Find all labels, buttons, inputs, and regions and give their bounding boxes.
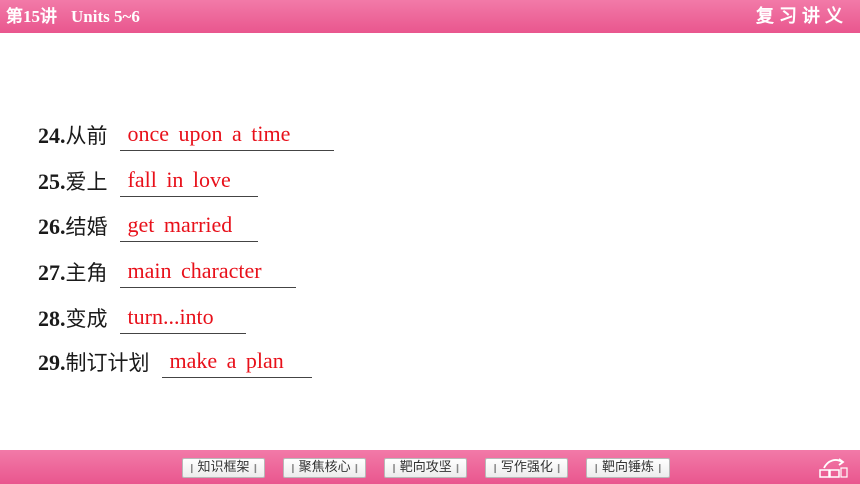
footer-bar: 知识框架 聚焦核心 靶向攻坚 写作强化 靶向锤炼 — [0, 450, 860, 484]
answer-text: get married — [127, 212, 233, 237]
page-forward-icon[interactable] — [818, 456, 848, 478]
vocab-list: 24.从前 once upon a time 25.爱上 fall in lov… — [0, 0, 860, 450]
nav-button-writing-reinforcement[interactable]: 写作强化 — [485, 458, 569, 478]
vocab-item: 28.变成 turn...into — [38, 304, 246, 334]
nav-button-targeted-practice[interactable]: 靶向锤炼 — [586, 458, 670, 478]
item-prompt: 27.主角 — [38, 258, 108, 288]
item-chinese: 爱上 — [65, 170, 108, 194]
answer-blank: fall in love — [119, 167, 258, 197]
answer-text: turn...into — [127, 304, 214, 329]
answer-text: make a plan — [169, 348, 284, 373]
item-prompt: 25.爱上 — [38, 167, 108, 197]
answer-text: main character — [127, 258, 262, 283]
nav-button-targeted-tackling[interactable]: 靶向攻坚 — [384, 458, 468, 478]
vocab-item: 26.结婚 get married — [38, 212, 258, 242]
item-chinese: 结婚 — [65, 215, 108, 239]
item-prompt: 26.结婚 — [38, 212, 108, 242]
item-prompt: 29.制订计划 — [38, 348, 150, 378]
answer-text: fall in love — [127, 167, 231, 192]
item-chinese: 从前 — [65, 124, 108, 148]
vocab-item: 25.爱上 fall in love — [38, 167, 258, 197]
nav-button-focus-core[interactable]: 聚焦核心 — [283, 458, 367, 478]
answer-blank: once upon a time — [119, 121, 334, 151]
item-chinese: 变成 — [65, 307, 108, 331]
vocab-item: 27.主角 main character — [38, 258, 296, 288]
item-chinese: 主角 — [65, 261, 108, 285]
nav-button-group: 知识框架 聚焦核心 靶向攻坚 写作强化 靶向锤炼 — [182, 458, 670, 478]
vocab-item: 24.从前 once upon a time — [38, 121, 334, 151]
vocab-item: 29.制订计划 make a plan — [38, 348, 312, 378]
item-number: 27. — [38, 260, 66, 285]
item-number: 28. — [38, 306, 66, 331]
item-number: 24. — [38, 123, 66, 148]
item-prompt: 28.变成 — [38, 304, 108, 334]
item-number: 29. — [38, 350, 66, 375]
answer-text: once upon a time — [127, 121, 291, 146]
item-prompt: 24.从前 — [38, 121, 108, 151]
item-number: 25. — [38, 169, 66, 194]
item-number: 26. — [38, 214, 66, 239]
item-chinese: 制订计划 — [65, 351, 150, 375]
answer-blank: make a plan — [161, 348, 312, 378]
answer-blank: main character — [119, 258, 296, 288]
answer-blank: turn...into — [119, 304, 246, 334]
nav-button-knowledge-framework[interactable]: 知识框架 — [182, 458, 266, 478]
answer-blank: get married — [119, 212, 258, 242]
